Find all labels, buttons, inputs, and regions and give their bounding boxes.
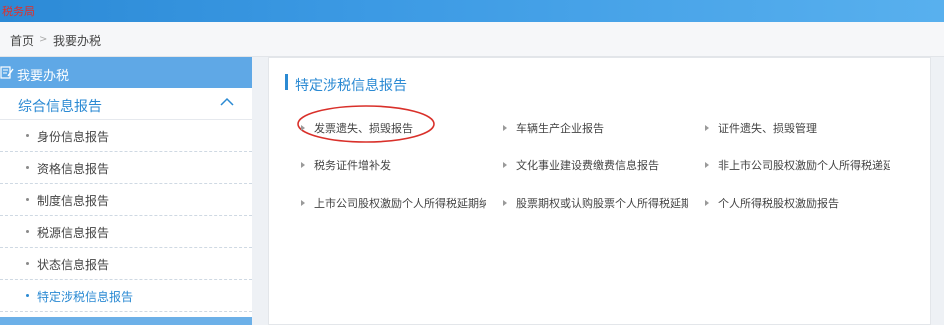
sidebar-title: 我要办税 xyxy=(17,69,70,84)
triangle-right-icon xyxy=(301,125,305,131)
link-nonlisted-equity-incentive[interactable]: 非上市公司股权激励个人所得税递延纳 xyxy=(705,157,890,173)
sidebar-item-status-report[interactable]: 状态信息报告 xyxy=(0,248,252,280)
link-culture-fee-report[interactable]: 文化事业建设费缴费信息报告 xyxy=(503,157,688,173)
sidebar-item-label: 税源信息报告 xyxy=(37,226,110,240)
breadcrumb-separator: > xyxy=(39,34,48,45)
sidebar-item-label: 身份信息报告 xyxy=(37,130,110,144)
triangle-right-icon xyxy=(705,125,709,131)
bullet-dot-icon xyxy=(26,134,29,137)
breadcrumb-home[interactable]: 首页 xyxy=(10,32,34,49)
link-stock-option-deferral[interactable]: 股票期权或认购股票个人所得税延期纳 xyxy=(503,195,688,211)
breadcrumb-current: 我要办税 xyxy=(53,34,102,48)
breadcrumb: 首页 > 我要办税 xyxy=(0,22,944,57)
sidebar-item-label: 状态信息报告 xyxy=(37,258,110,272)
sidebar-item-specific-tax-report[interactable]: 特定涉税信息报告 xyxy=(0,280,252,312)
sidebar-item-tax-source-report[interactable]: 税源信息报告 xyxy=(0,216,252,248)
link-listed-equity-incentive[interactable]: 上市公司股权激励个人所得税延期纳税 xyxy=(301,195,486,211)
link-invoice-loss-report[interactable]: 发票遗失、损毁报告 xyxy=(301,120,486,136)
sidebar-item-system-report[interactable]: 制度信息报告 xyxy=(0,184,252,216)
edit-document-icon xyxy=(0,66,14,79)
title-accent-bar xyxy=(285,74,288,90)
top-banner: 税务局 xyxy=(0,0,944,22)
triangle-right-icon xyxy=(503,200,507,206)
link-vehicle-manufacturer-report[interactable]: 车辆生产企业报告 xyxy=(503,120,688,136)
sidebar-header[interactable]: 我要办税 xyxy=(0,57,252,88)
sidebar: 我要办税 综合信息报告 身份信息报告 资格信息报告 制度信息报告 税源信息报告 … xyxy=(0,57,252,325)
triangle-right-icon xyxy=(301,162,305,168)
sidebar-group-label: 综合信息报告 xyxy=(18,99,102,115)
sidebar-item-identity-report[interactable]: 身份信息报告 xyxy=(0,120,252,152)
bullet-dot-icon xyxy=(26,230,29,233)
triangle-right-icon xyxy=(503,125,507,131)
triangle-right-icon xyxy=(705,162,709,168)
triangle-right-icon xyxy=(503,162,507,168)
sidebar-item-label: 制度信息报告 xyxy=(37,194,110,208)
sidebar-bottom-bar xyxy=(0,317,252,325)
bullet-dot-icon xyxy=(26,166,29,169)
sidebar-item-label: 特定涉税信息报告 xyxy=(37,290,134,304)
link-tax-certificate-reissue[interactable]: 税务证件增补发 xyxy=(301,157,486,173)
sidebar-item-qualification-report[interactable]: 资格信息报告 xyxy=(0,152,252,184)
chevron-up-icon[interactable] xyxy=(220,97,234,107)
sidebar-group-comprehensive-report[interactable]: 综合信息报告 xyxy=(0,88,252,120)
bullet-dot-icon xyxy=(26,262,29,265)
sidebar-item-label: 资格信息报告 xyxy=(37,162,110,176)
bullet-dot-icon xyxy=(26,294,29,297)
content-panel: 特定涉税信息报告 发票遗失、损毁报告 车辆生产企业报告 证件遗失、损毁管理 税务… xyxy=(268,57,931,325)
triangle-right-icon xyxy=(301,200,305,206)
triangle-right-icon xyxy=(705,200,709,206)
bullet-dot-icon xyxy=(26,198,29,201)
panel-title: 特定涉税信息报告 xyxy=(295,78,407,94)
logo: 税务局 xyxy=(2,5,35,18)
link-equity-incentive-report[interactable]: 个人所得税股权激励报告 xyxy=(705,195,890,211)
link-certificate-loss-management[interactable]: 证件遗失、损毁管理 xyxy=(705,120,890,136)
